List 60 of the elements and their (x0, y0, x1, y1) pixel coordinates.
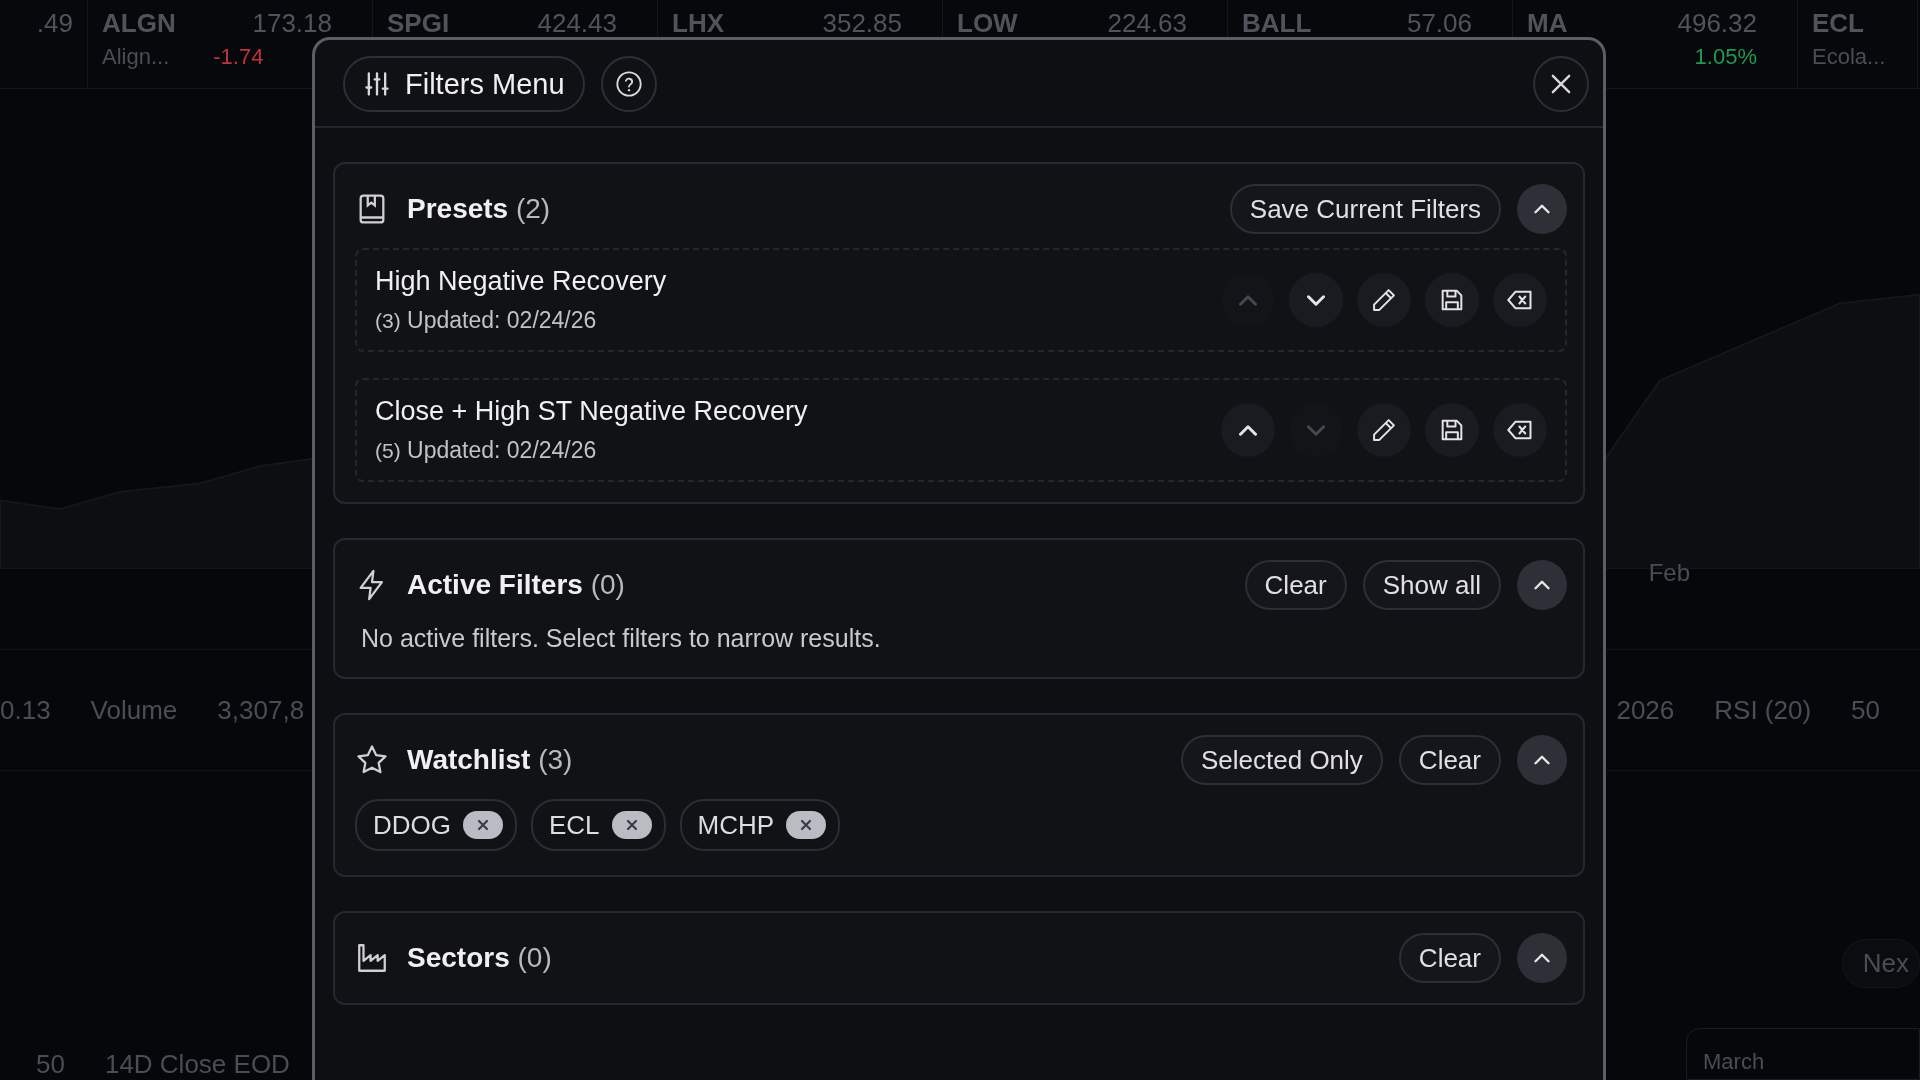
ticker-company-name: Ecola... (1812, 44, 1886, 70)
ticker-company-name: Align... (102, 44, 170, 70)
remove-chip-button[interactable] (786, 811, 827, 839)
section-title: Active Filters (0) (407, 569, 625, 601)
close-button[interactable] (1533, 56, 1589, 112)
pencil-icon (1370, 286, 1398, 314)
empty-message: No active filters. Select filters to narrow results. (360, 624, 882, 654)
chip-label: ECL (549, 809, 600, 841)
preset-item[interactable]: High Negative Recovery (3) Updated: 02/24/26 (355, 248, 1567, 352)
filters-menu-button[interactable]: Filters Menu (343, 56, 585, 112)
collapse-button[interactable] (1517, 933, 1567, 983)
ticker-price: 224.63 (1107, 8, 1187, 34)
ticker-price: .49 (36, 8, 73, 34)
remove-chip-button[interactable] (611, 811, 652, 839)
remove-chip-button[interactable] (463, 811, 503, 839)
preset-item[interactable]: Close + High ST Negative Recovery (5) Updated: 02/24/26 (355, 378, 1567, 482)
collapse-button[interactable] (1517, 184, 1567, 234)
footer-text: 50 (36, 1049, 65, 1080)
ticker-chip[interactable]: ECL (531, 799, 666, 851)
chip-label: DDOG (373, 809, 451, 841)
help-icon (614, 70, 643, 98)
stat-text: 2026 (1616, 694, 1675, 726)
collapse-button[interactable] (1517, 560, 1567, 610)
ticker-price: 352.85 (822, 8, 902, 34)
section-action-button[interactable]: Selected Only (1181, 735, 1383, 785)
save-current-filters-button[interactable]: Save Current Filters (1229, 184, 1501, 234)
section-title: Watchlist (3) (407, 744, 573, 776)
stat-text: 0.13 (0, 694, 51, 726)
preset-name: Close + High ST Negative Recovery (375, 396, 808, 427)
ticker-price: 57.06 (1406, 8, 1472, 34)
chevron-down-icon (1307, 424, 1325, 436)
chevron-up-icon (1239, 294, 1257, 306)
axis-label: Feb (1648, 559, 1690, 588)
section-action-button[interactable]: Clear (1398, 933, 1501, 983)
sliders-icon (363, 70, 391, 98)
ticker-change: 1.05% (1694, 44, 1757, 70)
stat-text: Volume (90, 694, 178, 726)
ticker-change: -1.74 (213, 44, 264, 70)
section-action-button[interactable]: Clear (1398, 735, 1501, 785)
section-action-button[interactable]: Show all (1362, 560, 1501, 610)
section-title: Sectors (0) (407, 942, 552, 974)
chevron-down-icon (1307, 294, 1325, 306)
footer-text: 14D Close EOD (104, 1049, 290, 1080)
ticker-price: 496.32 (1677, 8, 1757, 34)
preset-meta: (3) Updated: 02/24/26 (375, 307, 598, 334)
ticker-price: 424.43 (537, 8, 617, 34)
ticker-chip[interactable]: DDOG (355, 799, 517, 851)
section-title: Presets (2) (407, 193, 551, 225)
pencil-icon (1370, 416, 1398, 444)
ticker-chip[interactable]: MCHP (679, 799, 841, 851)
section-action-button[interactable]: Clear (1244, 560, 1347, 610)
collapse-button[interactable] (1517, 735, 1567, 785)
stat-text: RSI (20) (1714, 694, 1812, 726)
stat-text: 3,307,8 (217, 694, 305, 726)
chip-label: MCHP (697, 809, 775, 841)
preset-meta: (5) Updated: 02/24/26 (375, 437, 598, 464)
stat-text: 50 (1851, 694, 1880, 726)
chevron-up-icon (1239, 424, 1257, 436)
ticker-price: 173.18 (252, 8, 332, 34)
preset-name: High Negative Recovery (375, 266, 667, 297)
